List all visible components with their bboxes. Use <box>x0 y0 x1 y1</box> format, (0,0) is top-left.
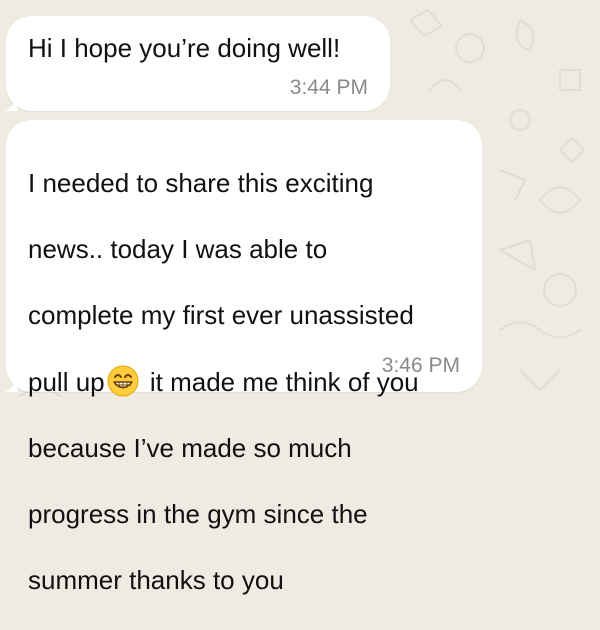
message-timestamp: 3:46 PM <box>381 354 460 377</box>
message-timestamp: 3:44 PM <box>289 76 368 99</box>
message-fragment: pull up <box>28 367 105 397</box>
message-line: complete my first ever unassisted <box>28 300 414 330</box>
bubble-tail <box>4 380 18 392</box>
message-line: because I’ve made so much <box>28 433 352 463</box>
bubble-tail <box>4 99 18 111</box>
message-text: I needed to share this exciting news.. t… <box>28 134 478 630</box>
message-line: progress in the gym since the <box>28 499 368 529</box>
message-bubble-incoming[interactable]: Hi I hope you’re doing well! 3:44 PM <box>4 16 390 111</box>
message-text: Hi I hope you’re doing well! <box>28 33 341 63</box>
grinning-face-with-smiling-eyes-icon <box>107 365 139 397</box>
message-bubble-incoming[interactable]: I needed to share this exciting news.. t… <box>4 120 482 595</box>
message-line: summer thanks to you <box>28 565 284 595</box>
message-fragment: it made me think of you <box>142 367 419 397</box>
message-line: news.. today I was able to <box>28 234 328 264</box>
message-line: I needed to share this exciting <box>28 168 374 198</box>
